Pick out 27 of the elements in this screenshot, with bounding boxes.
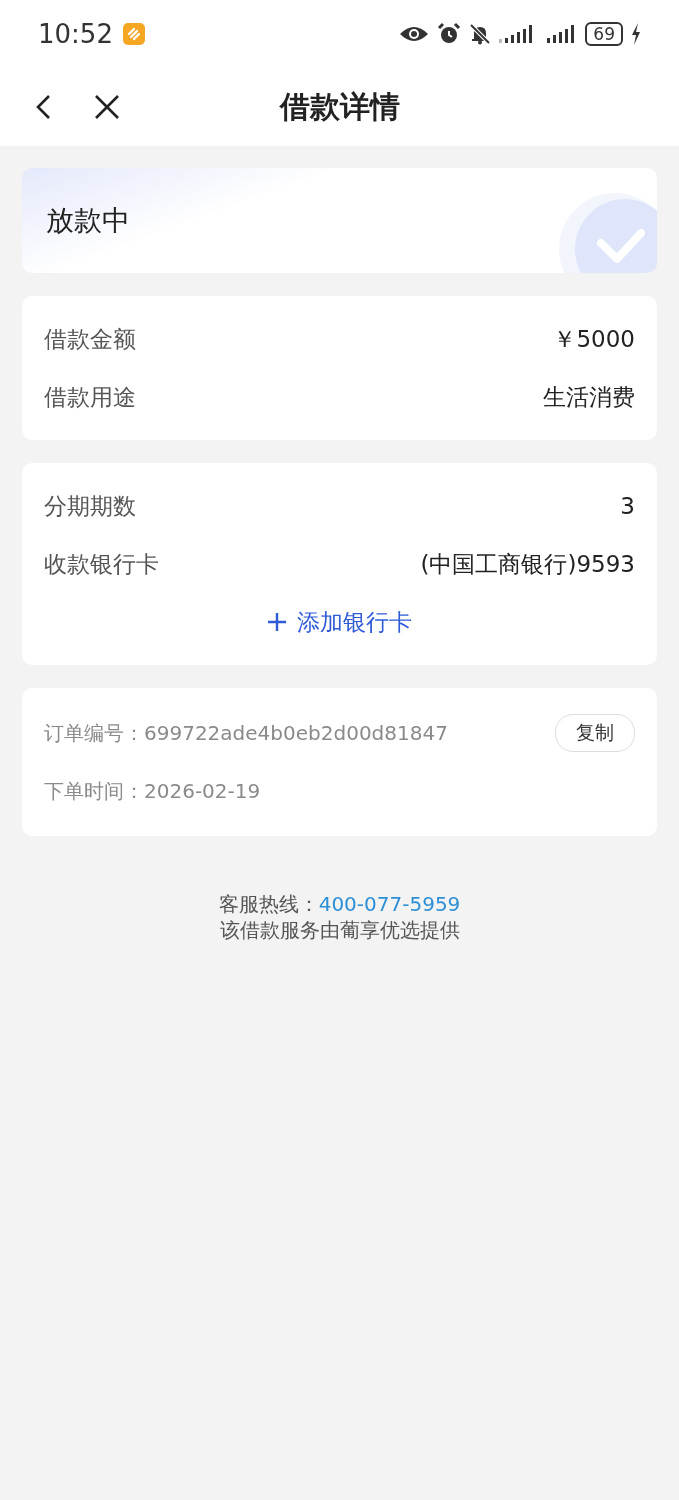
add-bank-card-link[interactable]: 添加银行卡 xyxy=(261,593,418,651)
battery-indicator: 69 xyxy=(585,22,623,46)
order-label: 下单时间： xyxy=(44,777,144,805)
field-label: 借款金额 xyxy=(44,324,136,354)
field-value: (中国工商银行)9593 xyxy=(420,549,635,579)
field-label: 借款用途 xyxy=(44,382,136,412)
app-notification-icon xyxy=(122,23,145,45)
field-value: 3 xyxy=(620,493,635,519)
order-value: 699722ade4b0eb2d00d81847 xyxy=(144,721,448,745)
bell-off-icon xyxy=(469,23,492,45)
field-label: 分期期数 xyxy=(44,491,136,521)
alarm-icon xyxy=(437,22,462,46)
order-label: 订单编号： xyxy=(44,719,144,747)
field-value: ￥5000 xyxy=(553,324,635,354)
provider-note: 该借款服务由葡享优选提供 xyxy=(219,917,460,943)
page-title: 借款详情 xyxy=(279,87,400,126)
field-label: 收款银行卡 xyxy=(44,549,159,579)
eye-icon xyxy=(399,24,430,44)
order-value: 2026-02-19 xyxy=(144,779,261,803)
loan-status: 放款中 xyxy=(46,202,130,239)
copy-button[interactable]: 复制 xyxy=(555,714,635,752)
hotline-link[interactable]: 400-077-5959 xyxy=(318,892,461,916)
status-time: 10:52 xyxy=(38,19,113,49)
plus-icon xyxy=(267,612,287,632)
charging-icon xyxy=(631,23,641,45)
field-value: 生活消费 xyxy=(543,382,635,412)
hotline-label: 客服热线： xyxy=(218,892,319,916)
